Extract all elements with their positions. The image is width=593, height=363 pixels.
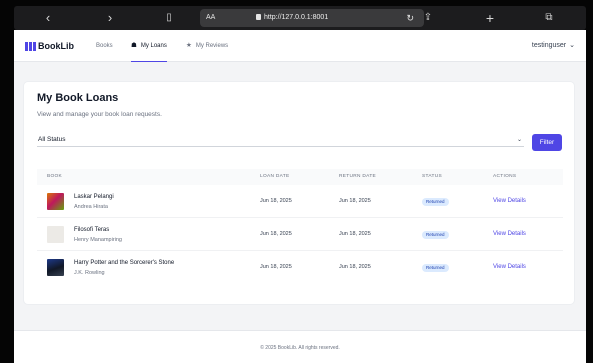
table-row: Laskar Pelangi Andrea Hirata Jun 18, 202…: [37, 185, 563, 218]
user-menu[interactable]: testinguser ⌄: [532, 30, 575, 62]
navbar: BookLib Books ☗ My Loans ★ My Reviews te…: [14, 30, 586, 62]
loans-icon: ☗: [131, 41, 137, 49]
url-text[interactable]: http://127.0.0.1:8001: [264, 9, 328, 27]
th-book: BOOK: [47, 174, 63, 179]
table-row: Harry Potter and the Sorcerer's Stone J.…: [37, 251, 563, 284]
loan-date: Jun 18, 2025: [260, 198, 292, 204]
book-title: Harry Potter and the Sorcerer's Stone: [74, 260, 175, 266]
status-select[interactable]: All Status ⌄: [37, 135, 524, 147]
view-details-link[interactable]: View Details: [493, 251, 526, 284]
footer: © 2025 BookLib. All rights reserved.: [14, 330, 586, 363]
page-viewport: BookLib Books ☗ My Loans ★ My Reviews te…: [14, 30, 586, 363]
book-title: Filosofi Teras: [74, 227, 110, 233]
book-author: Henry Manampiring: [74, 237, 122, 243]
plus-icon[interactable]: +: [480, 8, 500, 28]
book-author: Andrea Hirata: [74, 204, 108, 210]
back-icon[interactable]: ‹: [38, 8, 58, 28]
tabs-icon[interactable]: ⧉: [539, 8, 559, 28]
logo-books-icon: [25, 41, 36, 51]
table-row: Filosofi Teras Henry Manampiring Jun 18,…: [37, 218, 563, 251]
star-icon: ★: [186, 42, 192, 49]
share-icon[interactable]: ⇪: [418, 8, 438, 28]
return-date: Jun 18, 2025: [339, 231, 371, 237]
username: testinguser: [531, 42, 567, 49]
nav-my-loans[interactable]: ☗ My Loans: [131, 30, 167, 62]
th-loan-date: LOAN DATE: [260, 174, 290, 179]
browser-window: ‹ › ▯ AA http://127.0.0.1:8001 ↻ ⇪ + ⧉ B…: [0, 0, 593, 363]
status-select-value: All Status: [38, 136, 66, 143]
brand-logo[interactable]: BookLib: [25, 39, 74, 53]
book-cover-image: [47, 259, 64, 276]
nav-books[interactable]: Books: [96, 30, 113, 62]
th-return-date: RETURN DATE: [339, 174, 377, 179]
view-details-link[interactable]: View Details: [493, 218, 526, 251]
page-subtitle: View and manage your book loan requests.: [37, 111, 162, 118]
reload-icon[interactable]: ↻: [406, 9, 414, 27]
chevron-down-icon: ⌄: [516, 137, 522, 143]
return-date: Jun 18, 2025: [339, 264, 371, 270]
nav-my-reviews[interactable]: ★ My Reviews: [186, 30, 228, 62]
browser-toolbar: ‹ › ▯ AA http://127.0.0.1:8001 ↻ ⇪ + ⧉: [14, 6, 586, 30]
view-details-link[interactable]: View Details: [493, 185, 526, 218]
brand-name: BookLib: [38, 41, 74, 51]
status-badge: Returned: [422, 264, 449, 272]
forward-icon[interactable]: ›: [100, 8, 120, 28]
return-date: Jun 18, 2025: [339, 198, 371, 204]
status-badge: Returned: [422, 198, 449, 206]
th-status: STATUS: [422, 174, 443, 179]
loan-date: Jun 18, 2025: [260, 264, 292, 270]
book-title: Laskar Pelangi: [74, 194, 114, 200]
loan-date: Jun 18, 2025: [260, 231, 292, 237]
footer-copyright: © 2025 BookLib. All rights reserved.: [260, 345, 340, 351]
th-actions: ACTIONS: [493, 174, 517, 179]
loans-card: My Book Loans View and manage your book …: [24, 82, 574, 304]
table-header: BOOK LOAN DATE RETURN DATE STATUS ACTION…: [37, 169, 563, 185]
chevron-down-icon: ⌄: [569, 42, 575, 49]
book-cover-image: [47, 193, 64, 210]
address-bar[interactable]: AA http://127.0.0.1:8001 ↻: [200, 9, 424, 27]
reader-aa-button[interactable]: AA: [206, 9, 215, 27]
book-cover-image: [47, 226, 64, 243]
book-author: J.K. Rowling: [74, 270, 105, 276]
book-icon[interactable]: ▯: [159, 8, 179, 28]
nav-my-loans-label: My Loans: [140, 42, 167, 49]
page-title: My Book Loans: [37, 92, 119, 104]
filter-button[interactable]: Filter: [532, 134, 562, 151]
nav-books-label: Books: [96, 43, 113, 49]
lock-icon: [256, 14, 261, 20]
nav-my-reviews-label: My Reviews: [195, 43, 229, 49]
status-badge: Returned: [422, 231, 449, 239]
